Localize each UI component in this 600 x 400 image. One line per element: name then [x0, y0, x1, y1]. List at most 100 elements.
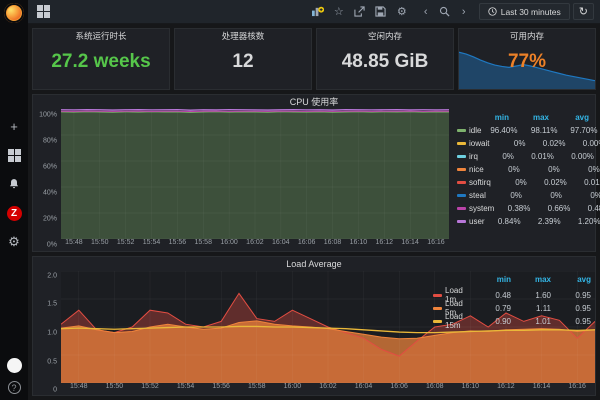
- legend-avg-value: 0.00%: [554, 152, 594, 161]
- zoom-out-button[interactable]: [436, 4, 454, 20]
- legend-row: iowait0%0.02%0.00%: [457, 137, 589, 150]
- panel-title[interactable]: Load Average: [33, 257, 595, 271]
- legend-header-row: minmaxavg: [433, 273, 591, 286]
- create-plus-icon[interactable]: +: [6, 118, 22, 134]
- legend-max-value: 0%: [522, 191, 562, 200]
- x-tick-label: 16:10: [345, 239, 371, 251]
- legend-color-swatch: [457, 207, 466, 210]
- legend-header[interactable]: avg: [549, 113, 589, 122]
- time-forward-button[interactable]: ›: [455, 4, 473, 20]
- help-icon[interactable]: ?: [8, 381, 21, 394]
- load-legend-table: minmaxavgLoad 1m0.481.600.95Load 5m0.791…: [433, 273, 591, 325]
- x-tick-label: 15:58: [190, 239, 216, 251]
- panel-title[interactable]: CPU 使用率: [33, 95, 595, 109]
- panel-title[interactable]: 空闲内存: [317, 29, 453, 43]
- cpu-y-axis: 100%80%60%40%20%0%: [33, 109, 61, 251]
- load-plot[interactable]: minmaxavgLoad 1m0.481.600.95Load 5m0.791…: [61, 271, 595, 383]
- legend-series-name[interactable]: softirq: [457, 178, 491, 187]
- legend-color-swatch: [433, 320, 442, 323]
- dashboards-grid-icon[interactable]: [6, 147, 22, 163]
- x-tick-label: 16:16: [423, 239, 449, 251]
- x-tick-label: 15:50: [87, 239, 113, 251]
- stat-panel-free-memory: 空闲内存 48.85 GiB: [316, 28, 454, 90]
- y-tick-label: 0%: [47, 242, 57, 249]
- legend-series-name[interactable]: system: [457, 204, 494, 213]
- star-button[interactable]: ☆: [330, 4, 348, 20]
- legend-avg-value: 97.70%: [557, 126, 597, 135]
- y-tick-label: 0.5: [47, 358, 57, 365]
- legend-color-swatch: [433, 307, 442, 310]
- user-avatar[interactable]: [7, 358, 22, 373]
- legend-header[interactable]: min: [475, 275, 511, 284]
- grid-icon: [37, 5, 50, 18]
- dashboard-picker-icon[interactable]: [34, 4, 52, 20]
- legend-color-swatch: [433, 294, 442, 297]
- legend-max-value: 0.02%: [527, 178, 567, 187]
- cpu-plot[interactable]: [61, 109, 449, 239]
- y-tick-label: 20%: [43, 216, 57, 223]
- share-button[interactable]: [351, 4, 369, 20]
- stat-value: 77%: [459, 51, 595, 73]
- stat-value: 12: [175, 51, 311, 73]
- y-tick-label: 100%: [39, 111, 57, 118]
- x-tick-label: 16:14: [524, 383, 560, 395]
- legend-avg-value: 0.48%: [570, 204, 600, 213]
- legend-max-value: 98.11%: [517, 126, 557, 135]
- legend-series-name[interactable]: user: [457, 217, 485, 226]
- x-tick-label: 15:56: [203, 383, 239, 395]
- legend-row: user0.84%2.39%1.20%: [457, 215, 589, 228]
- legend-max-value: 0%: [520, 165, 560, 174]
- legend-color-swatch: [457, 155, 466, 158]
- legend-avg-value: 0.95: [551, 317, 591, 326]
- x-tick-label: 16:04: [268, 239, 294, 251]
- panel-title[interactable]: 处理器核数: [175, 29, 311, 43]
- legend-max-value: 1.01: [511, 317, 551, 326]
- refresh-button[interactable]: ↻: [573, 3, 594, 20]
- save-button[interactable]: [372, 4, 390, 20]
- legend-min-value: 0.90: [475, 317, 511, 326]
- legend-series-name[interactable]: nice: [457, 165, 484, 174]
- x-tick-label: 16:04: [346, 383, 382, 395]
- legend-series-name[interactable]: steal: [457, 191, 486, 200]
- zabbix-app-icon[interactable]: Z: [6, 205, 22, 221]
- legend-series-name[interactable]: idle: [457, 126, 481, 135]
- add-panel-button[interactable]: [309, 4, 327, 20]
- legend-min-value: 0.48: [475, 291, 511, 300]
- legend-series-name[interactable]: Load 15m: [433, 312, 475, 330]
- legend-min-value: 0%: [484, 165, 520, 174]
- legend-header[interactable]: max: [511, 275, 551, 284]
- legend-series-name[interactable]: iowait: [457, 139, 489, 148]
- legend-row: Load 5m0.791.110.95: [433, 299, 591, 312]
- x-tick-label: 16:12: [371, 239, 397, 251]
- legend-avg-value: 0.95: [551, 291, 591, 300]
- y-tick-label: 0: [53, 387, 57, 394]
- legend-min-value: 0.79: [475, 304, 511, 313]
- legend-min-value: 96.40%: [481, 126, 517, 135]
- legend-header[interactable]: avg: [551, 275, 591, 284]
- y-tick-label: 1.0: [47, 330, 57, 337]
- cpu-usage-panel: CPU 使用率 100%80%60%40%20%0% 15:4815:5015:…: [32, 94, 596, 252]
- x-tick-label: 16:02: [310, 383, 346, 395]
- stat-row: 系统运行时长 27.2 weeks 处理器核数 12 空闲内存 48.85 Gi…: [32, 28, 596, 90]
- time-picker-button[interactable]: Last 30 minutes: [479, 3, 570, 20]
- legend-header[interactable]: max: [509, 113, 549, 122]
- panel-title[interactable]: 系统运行时长: [33, 29, 169, 43]
- y-tick-label: 80%: [43, 137, 57, 144]
- dashboard-settings-button[interactable]: ⚙: [393, 4, 411, 20]
- panel-title[interactable]: 可用内存: [459, 29, 595, 43]
- legend-header[interactable]: min: [473, 113, 509, 122]
- legend-series-name[interactable]: irq: [457, 152, 478, 161]
- x-tick-label: 16:02: [242, 239, 268, 251]
- x-tick-label: 16:16: [559, 383, 595, 395]
- legend-color-swatch: [457, 168, 466, 171]
- configuration-gear-icon[interactable]: ⚙: [6, 234, 22, 250]
- y-tick-label: 2.0: [47, 272, 57, 279]
- legend-color-swatch: [457, 194, 466, 197]
- load-x-axis: 15:4815:5015:5215:5415:5615:5816:0016:02…: [61, 383, 595, 395]
- alerting-bell-icon[interactable]: [6, 176, 22, 192]
- legend-row: Load 15m0.901.010.95: [433, 312, 591, 325]
- grafana-logo-icon[interactable]: [4, 3, 24, 23]
- legend-row: idle96.40%98.11%97.70%: [457, 124, 589, 137]
- stat-panel-available-memory: 可用内存 77%: [458, 28, 596, 90]
- time-back-button[interactable]: ‹: [417, 4, 435, 20]
